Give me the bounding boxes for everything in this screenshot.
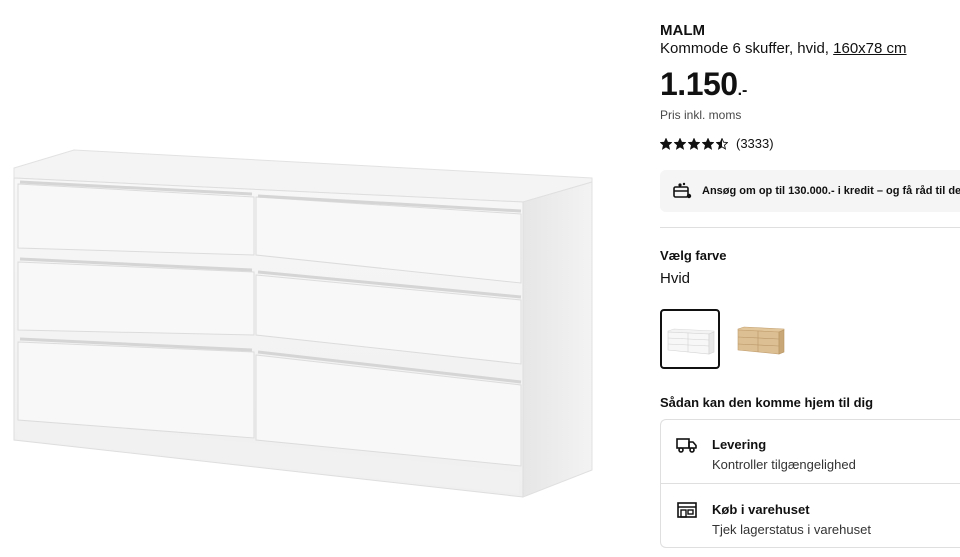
product-image — [0, 0, 620, 557]
delivery-heading: Sådan kan den komme hjem til dig — [660, 395, 874, 410]
divider — [661, 483, 960, 484]
product-rating[interactable]: (3333) — [660, 136, 774, 151]
product-price: 1.150.- — [660, 66, 747, 103]
credit-banner[interactable]: Ansøg om op til 130.000.- i kredit – og … — [660, 170, 960, 212]
price-amount: 1.150 — [660, 66, 738, 102]
credit-card-icon — [672, 181, 692, 201]
divider — [660, 227, 960, 228]
delivery-option-title: Køb i varehuset — [712, 502, 810, 517]
product-dimensions-link[interactable]: 160x78 cm — [833, 40, 906, 57]
delivery-option-subtitle: Kontroller tilgængelighed — [712, 457, 856, 472]
color-swatch-oak[interactable] — [730, 309, 790, 369]
price-suffix: .- — [737, 82, 748, 99]
star-icon — [688, 137, 700, 150]
product-info-panel: MALM Kommode 6 skuffer, hvid, 160x78 cm … — [660, 0, 960, 557]
star-icon — [674, 137, 686, 150]
color-swatch-white[interactable] — [660, 309, 720, 369]
star-icon — [716, 137, 728, 150]
product-name: MALM — [660, 22, 705, 39]
credit-banner-text: Ansøg om op til 130.000.- i kredit – og … — [702, 185, 960, 197]
review-count: (3333) — [736, 136, 774, 151]
selected-color: Hvid — [660, 270, 691, 287]
color-heading: Vælg farve — [660, 248, 727, 263]
rating-stars — [660, 137, 728, 150]
delivery-options: Levering Kontroller tilgængelighed Køb i… — [660, 419, 960, 548]
star-icon — [702, 137, 714, 150]
star-icon — [660, 137, 672, 150]
delivery-option-store[interactable]: Køb i varehuset Tjek lagerstatus i vareh… — [661, 485, 960, 545]
truck-icon — [676, 436, 698, 454]
product-description: Kommode 6 skuffer, hvid, 160x78 cm — [660, 40, 907, 57]
vat-note: Pris inkl. moms — [660, 108, 742, 122]
delivery-option-subtitle: Tjek lagerstatus i varehuset — [712, 522, 871, 537]
delivery-option-levering[interactable]: Levering Kontroller tilgængelighed — [661, 420, 960, 480]
store-icon — [676, 501, 698, 519]
product-type: Kommode 6 skuffer, hvid, — [660, 40, 829, 57]
delivery-option-title: Levering — [712, 437, 767, 452]
